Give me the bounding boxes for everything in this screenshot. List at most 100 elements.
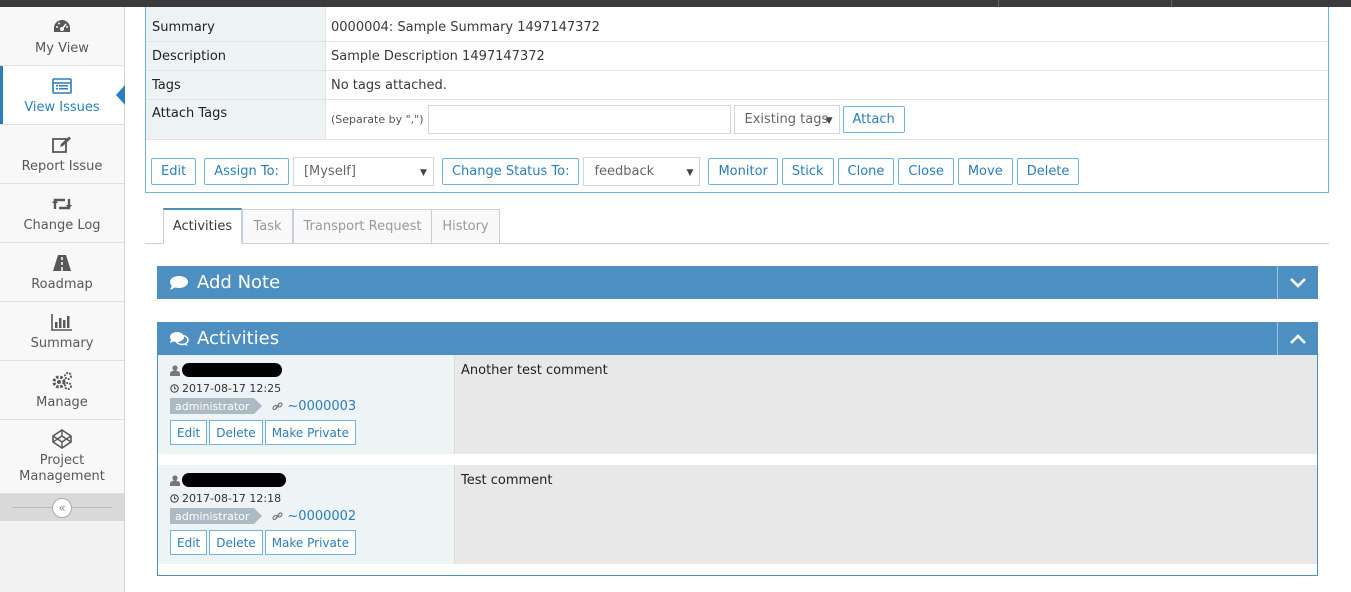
edit-icon [51,134,73,156]
note-author [170,473,286,487]
attach-tags-label: Attach Tags [146,100,326,139]
assign-to-button[interactable]: Assign To: [204,158,289,185]
activities-list: 2017-08-17 12:25 administrator ~0000003 … [157,355,1318,576]
edit-issue-button[interactable]: Edit [151,158,197,185]
user-icon [170,474,180,486]
note-meta: 2017-08-17 12:25 administrator ~0000003 … [158,355,455,454]
note-text: Test comment [455,465,1317,564]
issue-actions-bar: Edit Assign To: [Myself] ▼ Change Status… [151,157,1080,186]
description-row: Description Sample Description 149714737… [146,42,1328,71]
list-item: 2017-08-17 12:18 administrator ~0000002 … [158,465,1317,564]
list-item: 2017-08-17 12:25 administrator ~0000003 … [158,355,1317,454]
redacted-username [182,363,282,377]
summary-row: Summary 0000004: Sample Summary 14971473… [146,7,1328,42]
note-permalink[interactable]: ~0000002 [272,509,356,524]
navbar-segment[interactable] [1171,0,1351,7]
gears-icon [51,370,73,392]
assign-to-select[interactable]: [Myself] ▼ [292,157,434,186]
delete-note-button[interactable]: Delete [209,530,263,555]
role-badge: administrator [170,398,263,414]
sidebar-item-project-management[interactable]: Project Management [0,420,124,494]
comment-icon [169,275,189,291]
sidebar: My View View Issues Report Issue Change … [0,7,125,592]
bar-chart-icon [51,311,73,333]
activities-header[interactable]: Activities [157,322,1318,355]
description-label: Description [146,42,326,70]
note-timestamp: 2017-08-17 12:18 [170,492,281,505]
caret-down-icon: ▼ [420,168,427,178]
clone-button[interactable]: Clone [837,158,895,185]
sidebar-item-label: Manage [36,394,88,410]
note-author [170,363,282,377]
sidebar-item-change-log[interactable]: Change Log [0,184,124,243]
sidebar-item-label: Change Log [23,217,101,233]
sidebar-item-label: View Issues [24,99,100,115]
status-select[interactable]: feedback ▼ [583,157,701,186]
tab-transport-request[interactable]: Transport Request [293,209,432,244]
sidebar-item-report-issue[interactable]: Report Issue [0,125,124,184]
tags-row: Tags No tags attached. [146,71,1328,100]
summary-label: Summary [146,7,326,41]
note-timestamp: 2017-08-17 12:25 [170,382,281,395]
sidebar-item-manage[interactable]: Manage [0,361,124,420]
sidebar-item-view-issues[interactable]: View Issues [0,66,125,125]
make-private-button[interactable]: Make Private [264,420,356,445]
user-icon [170,364,180,376]
link-icon [272,401,284,410]
attach-tags-row: Attach Tags (Separate by ",") Existing t… [146,100,1328,140]
dashboard-icon [51,16,73,38]
note-text: Another test comment [455,355,1317,454]
description-value: Sample Description 1497147372 [331,48,545,64]
note-permalink[interactable]: ~0000003 [272,399,356,414]
codepen-icon [51,428,73,450]
sidebar-item-summary[interactable]: Summary [0,302,124,361]
stick-button[interactable]: Stick [781,158,834,185]
list-icon [51,75,73,97]
summary-value: 0000004: Sample Summary 1497147372 [331,19,600,35]
sidebar-item-my-view[interactable]: My View [0,7,124,66]
road-icon [51,252,73,274]
note-meta: 2017-08-17 12:18 administrator ~0000002 … [158,465,455,564]
role-badge: administrator [170,508,263,524]
issue-tabs: Activities Task Transport Request Histor… [145,208,1329,244]
edit-note-button[interactable]: Edit [170,530,208,555]
retweet-icon [51,193,73,215]
navbar-segment[interactable] [998,0,1171,7]
caret-down-icon: ▼ [825,116,833,126]
tags-label: Tags [146,71,326,99]
add-note-header[interactable]: Add Note [157,266,1318,299]
edit-note-button[interactable]: Edit [170,420,208,445]
attach-tags-hint: (Separate by ",") [331,113,424,126]
tag-string-input[interactable] [427,105,731,134]
change-status-button[interactable]: Change Status To: [441,158,580,185]
tab-activities[interactable]: Activities [163,208,242,244]
collapse-sidebar-icon[interactable]: « [52,497,72,518]
clock-icon [170,494,179,503]
make-private-button[interactable]: Make Private [264,530,356,555]
sidebar-collapse-bar: « [0,494,124,521]
top-navbar [0,0,1351,7]
activities-title: Activities [197,328,280,349]
monitor-button[interactable]: Monitor [708,158,778,185]
close-button[interactable]: Close [898,158,954,185]
sidebar-item-roadmap[interactable]: Roadmap [0,243,124,302]
sidebar-item-label: My View [35,40,89,56]
issue-details-table: Summary 0000004: Sample Summary 14971473… [145,7,1329,193]
attach-button[interactable]: Attach [842,106,905,133]
existing-tags-select[interactable]: Existing tags ▼ [733,105,840,134]
move-button[interactable]: Move [957,158,1013,185]
comments-icon [169,331,189,347]
link-icon [272,511,284,520]
sidebar-item-label: Report Issue [21,158,103,174]
add-note-title: Add Note [197,272,281,293]
sidebar-item-label: Project Management [19,453,105,484]
chevron-up-icon[interactable] [1277,322,1318,355]
chevron-down-icon[interactable] [1277,266,1318,299]
redacted-username [182,473,286,487]
tab-task[interactable]: Task [242,209,293,244]
delete-note-button[interactable]: Delete [209,420,263,445]
delete-issue-button[interactable]: Delete [1016,158,1080,185]
clock-icon [170,384,179,393]
caret-down-icon: ▼ [686,168,694,178]
tab-history[interactable]: History [431,209,500,244]
